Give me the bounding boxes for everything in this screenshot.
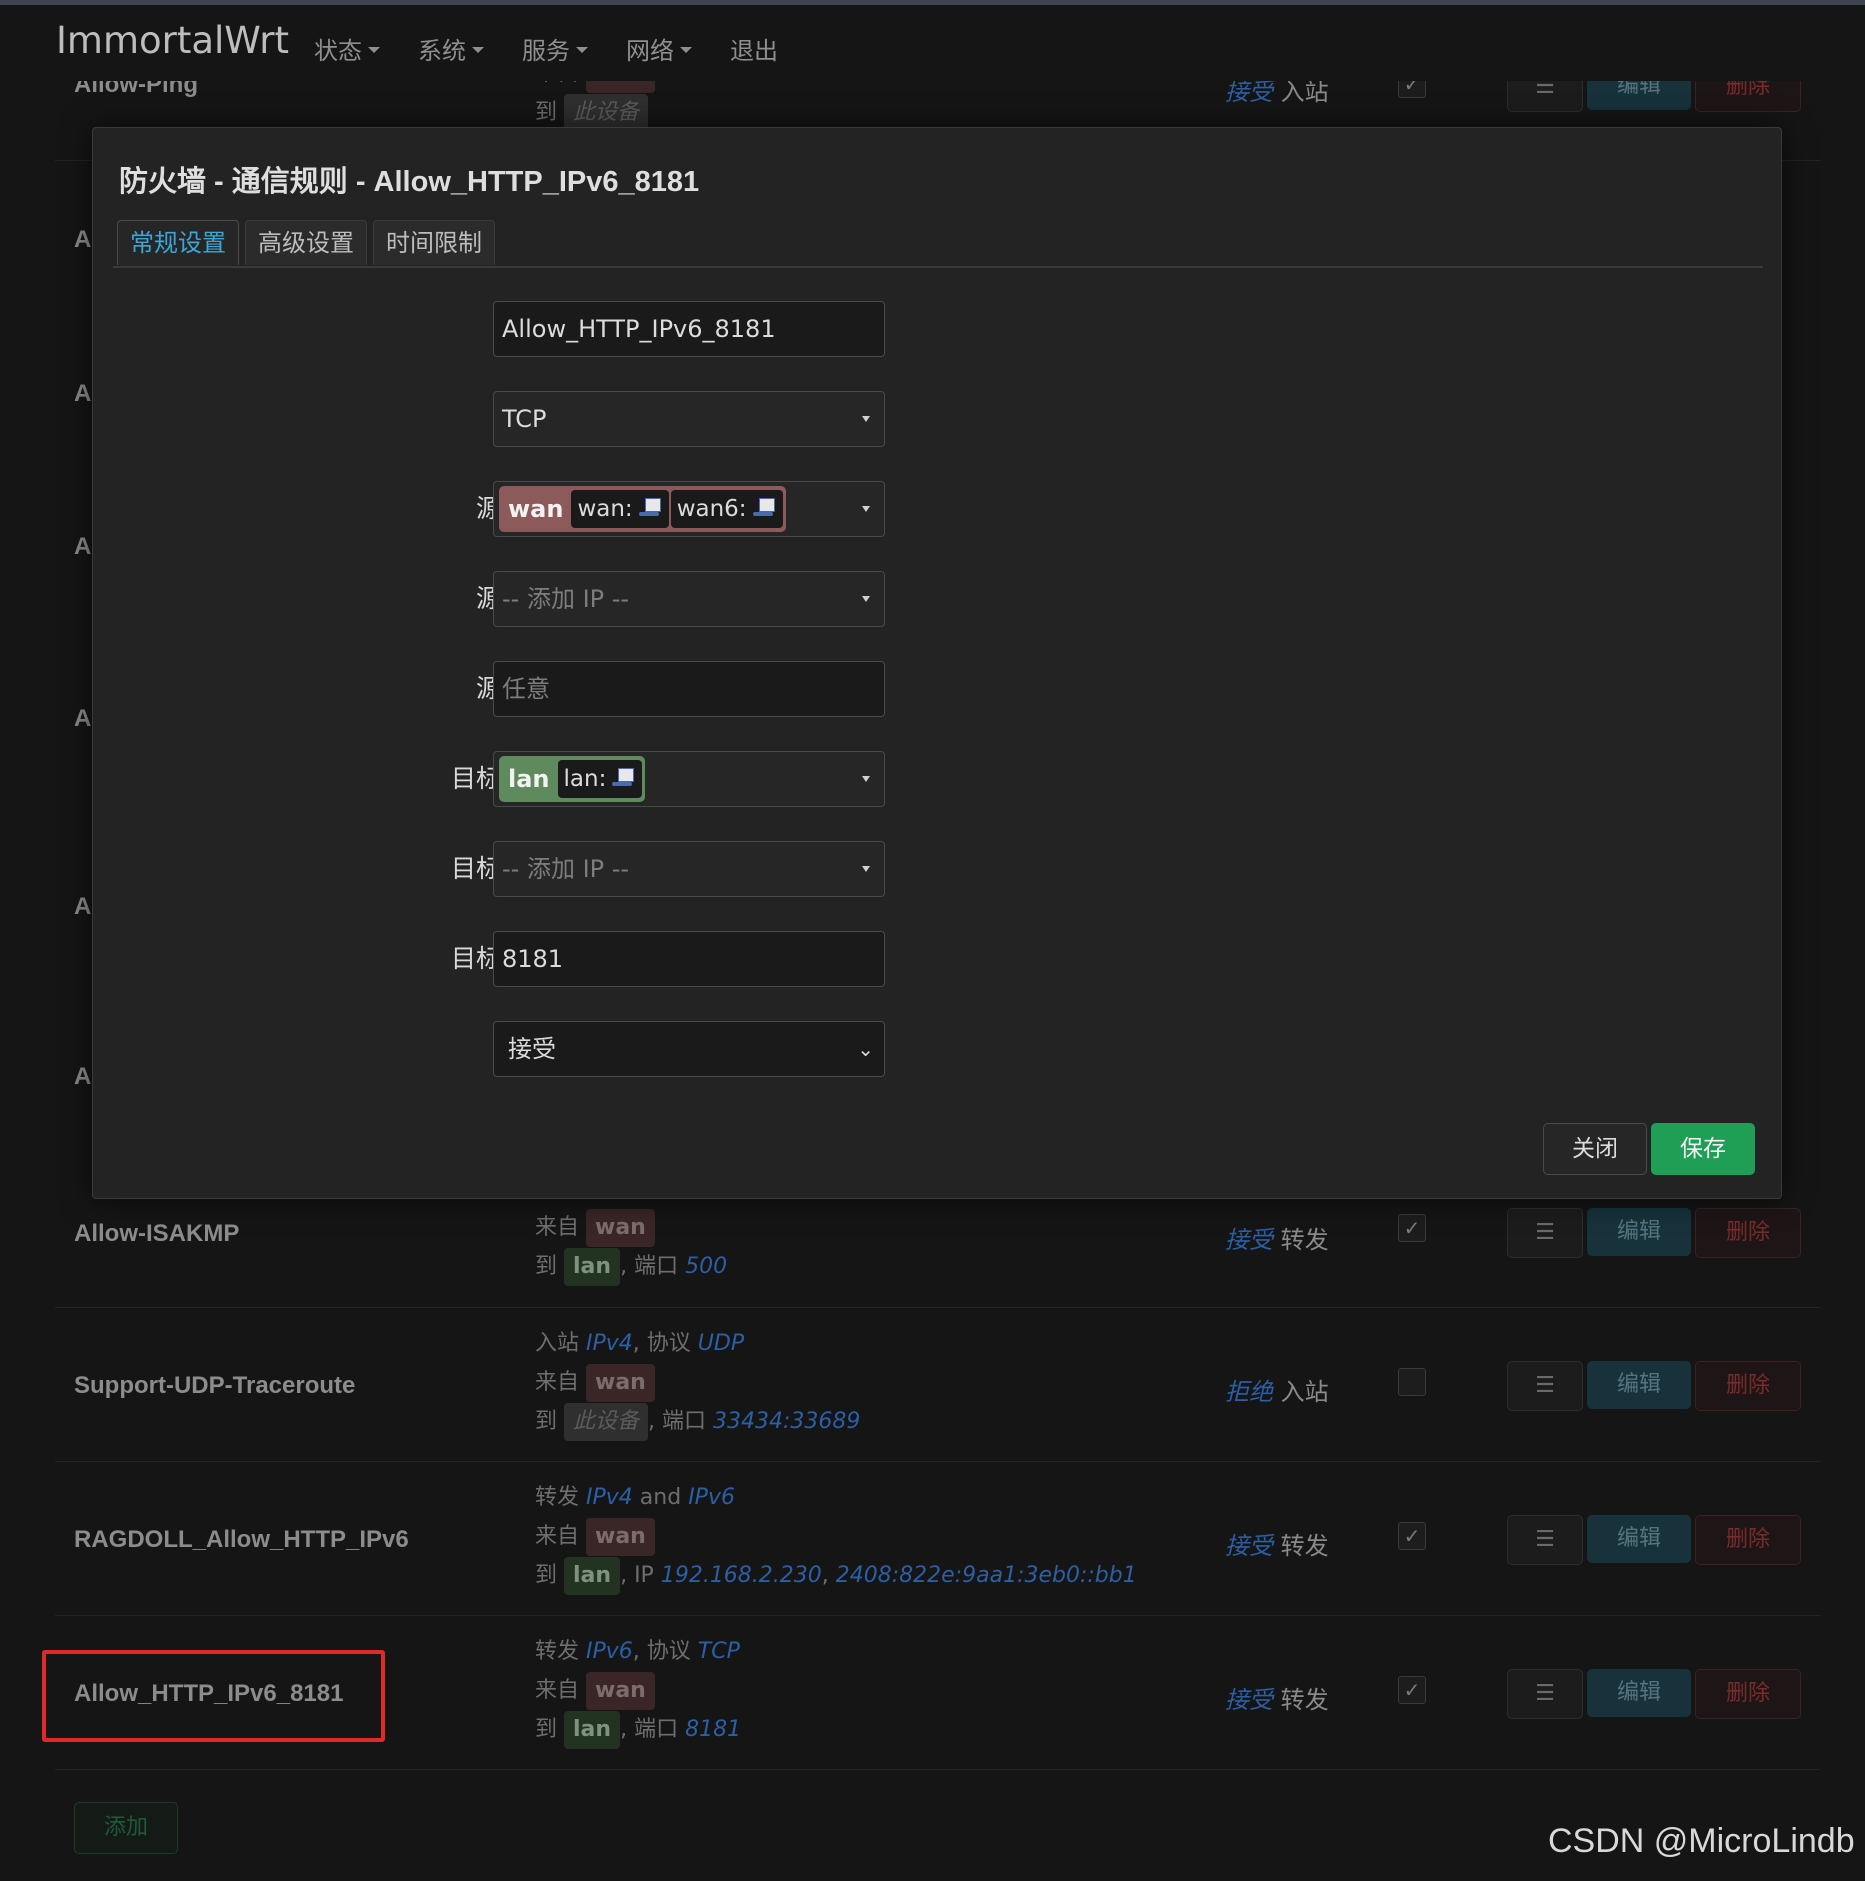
interface-chip: lan: (557, 760, 643, 798)
rule-action: 接受 转发 (1225, 1226, 1329, 1254)
enable-checkbox[interactable]: ✓ (1398, 1676, 1426, 1704)
zone-chip-wan: wan wan: wan6: (499, 486, 786, 532)
field-row-name: 名称 Allow_HTTP_IPv6_8181 (93, 301, 1781, 357)
save-button[interactable]: 保存 (1651, 1123, 1755, 1175)
field-row-destination-port: 目标端口 8181 (93, 931, 1781, 987)
network-icon (638, 498, 663, 520)
chevron-down-icon: ⌄ (857, 1037, 874, 1061)
zone-badge-device: 此设备 (564, 1403, 649, 1441)
rule-action: 接受 转发 (1225, 1686, 1329, 1714)
rule-action: 接受 转发 (1225, 1532, 1329, 1560)
rule-name: Allow-ISAKMP (74, 1220, 240, 1247)
edit-button[interactable]: 编辑 (1587, 1361, 1691, 1409)
nav-logout[interactable]: 退出 (730, 31, 778, 66)
rule-name: RAGDOLL_Allow_HTTP_IPv6 (74, 1526, 409, 1553)
delete-button[interactable]: 删除 (1695, 1515, 1801, 1565)
zone-badge-wan: wan (586, 1364, 655, 1402)
field-row-source-port: 源端口 任意 (93, 661, 1781, 717)
destination-port-input[interactable]: 8181 (493, 931, 885, 987)
rule-match: 转发 IPv4 and IPv6 来自 wan 到 lan, IP 192.16… (535, 1478, 1137, 1595)
field-row-source-address: 源地址 -- 添加 IP -- (93, 571, 1781, 627)
chevron-down-icon (576, 47, 588, 53)
name-input[interactable]: Allow_HTTP_IPv6_8181 (493, 301, 885, 357)
edit-button[interactable]: 编辑 (1587, 1208, 1691, 1256)
rule-name: A (74, 533, 92, 560)
rule-name: Support-UDP-Traceroute (74, 1372, 356, 1399)
source-address-select[interactable]: -- 添加 IP -- (493, 571, 885, 627)
delete-button[interactable]: 删除 (1695, 1669, 1801, 1719)
field-row-protocol: 协议 TCP (93, 391, 1781, 447)
rule-action: 拒绝 入站 (1225, 1378, 1329, 1406)
table-row: Support-UDP-Traceroute 入站 IPv4, 协议 UDP 来… (55, 1308, 1820, 1462)
zone-badge-wan: wan (586, 1518, 655, 1556)
dropdown-arrow-icon (862, 866, 870, 872)
chevron-down-icon (368, 47, 380, 53)
rule-edit-modal: 防火墙 - 通信规则 - Allow_HTTP_IPv6_8181 常规设置 高… (92, 127, 1782, 1199)
interface-chip: wan: (571, 490, 669, 528)
modal-tabs: 常规设置 高级设置 时间限制 (113, 220, 1763, 268)
table-row: Allow-ISAKMP 来自 wan 到 lan, 端口 500 接受 转发 … (55, 1200, 1820, 1308)
close-button[interactable]: 关闭 (1543, 1123, 1647, 1175)
field-row-destination-zone: 目标区域 lan lan: (93, 751, 1781, 807)
action-select[interactable]: 接受 ⌄ (493, 1021, 885, 1077)
dropdown-arrow-icon (862, 506, 870, 512)
network-icon (752, 498, 777, 520)
rule-name: A (74, 226, 92, 253)
tab-time-restrictions[interactable]: 时间限制 (373, 220, 495, 265)
highlight-annotation-box (42, 1650, 385, 1742)
nav-network[interactable]: 网络 (626, 31, 692, 66)
rule-match: 入站 IPv4, 协议 UDP 来自 wan 到 此设备, 端口 33434:3… (535, 1324, 860, 1441)
modal-title: 防火墙 - 通信规则 - Allow_HTTP_IPv6_8181 (119, 166, 700, 198)
field-row-action: 操作 接受 ⌄ (93, 1021, 1781, 1077)
field-row-source-zone: 源区域 wan wan: wan6: (93, 481, 1781, 537)
dropdown-arrow-icon (862, 596, 870, 602)
top-navbar: ImmortalWrt 状态 系统 服务 网络 退出 (0, 5, 1865, 81)
tab-advanced[interactable]: 高级设置 (245, 220, 367, 265)
nav-services[interactable]: 服务 (522, 31, 588, 66)
dropdown-arrow-icon (862, 416, 870, 422)
brand-logo[interactable]: ImmortalWrt (56, 19, 289, 62)
source-zone-select[interactable]: wan wan: wan6: (493, 481, 885, 537)
chevron-down-icon (680, 47, 692, 53)
destination-address-select[interactable]: -- 添加 IP -- (493, 841, 885, 897)
protocol-select[interactable]: TCP (493, 391, 885, 447)
main-nav: 状态 系统 服务 网络 退出 (314, 31, 778, 66)
rule-match: 转发 IPv6, 协议 TCP 来自 wan 到 lan, 端口 8181 (535, 1632, 741, 1749)
interface-chip: wan6: (670, 490, 783, 528)
rule-name: A (74, 893, 92, 920)
delete-button[interactable]: 删除 (1695, 1361, 1801, 1411)
field-row-destination-address: 目标地址 -- 添加 IP -- (93, 841, 1781, 897)
chevron-down-icon (472, 47, 484, 53)
network-bridge-icon (612, 768, 636, 790)
zone-badge-lan: lan (564, 1248, 621, 1286)
zone-chip-lan: lan lan: (499, 756, 646, 802)
table-row: RAGDOLL_Allow_HTTP_IPv6 转发 IPv4 and IPv6… (55, 1462, 1820, 1616)
edit-button[interactable]: 编辑 (1587, 1515, 1691, 1563)
rule-match: 来自 wan 到 lan, 端口 500 (535, 1208, 727, 1286)
sort-handle[interactable]: ☰ (1507, 1361, 1583, 1411)
enable-checkbox[interactable]: ✓ (1398, 1214, 1426, 1242)
source-port-input[interactable]: 任意 (493, 661, 885, 717)
sort-handle[interactable]: ☰ (1507, 1208, 1583, 1258)
sort-handle[interactable]: ☰ (1507, 1515, 1583, 1565)
zone-badge-lan: lan (564, 1711, 621, 1749)
watermark: CSDN @MicroLindb (1548, 1822, 1855, 1860)
rule-name: A (74, 1063, 92, 1090)
edit-button[interactable]: 编辑 (1587, 1669, 1691, 1717)
destination-zone-select[interactable]: lan lan: (493, 751, 885, 807)
zone-badge-lan: lan (564, 1557, 621, 1595)
enable-checkbox[interactable] (1398, 1368, 1426, 1396)
nav-status[interactable]: 状态 (314, 31, 380, 66)
delete-button[interactable]: 删除 (1695, 1208, 1801, 1258)
sort-handle[interactable]: ☰ (1507, 1669, 1583, 1719)
zone-badge-wan: wan (586, 1672, 655, 1710)
enable-checkbox[interactable]: ✓ (1398, 1522, 1426, 1550)
zone-badge-wan: wan (586, 1209, 655, 1247)
tab-general[interactable]: 常规设置 (117, 220, 239, 265)
rule-name: A (74, 705, 92, 732)
dropdown-arrow-icon (862, 776, 870, 782)
rule-name: A (74, 380, 92, 407)
add-rule-button[interactable]: 添加 (74, 1802, 178, 1854)
nav-system[interactable]: 系统 (418, 31, 484, 66)
